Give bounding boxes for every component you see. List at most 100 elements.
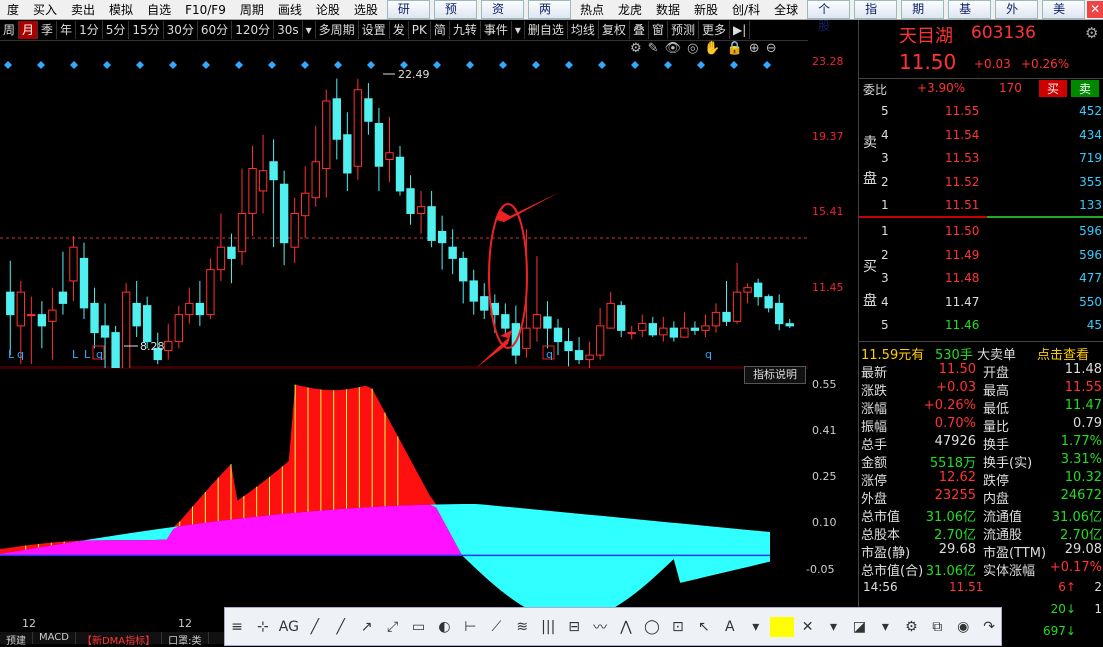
pattern-marker[interactable]: L <box>84 348 91 361</box>
period-item[interactable]: 季 <box>38 21 58 39</box>
candlestick[interactable] <box>553 319 563 356</box>
period-item[interactable]: 5分 <box>103 21 130 39</box>
candlestick[interactable] <box>564 328 573 367</box>
period-item[interactable]: 均线 <box>568 21 599 39</box>
period-item[interactable]: 叠 <box>630 21 649 39</box>
event-diamond-marker[interactable] <box>697 61 705 69</box>
event-diamond-marker[interactable] <box>202 61 210 69</box>
candlestick[interactable] <box>606 292 615 329</box>
period-item[interactable]: ▾ <box>303 21 316 39</box>
bars-tool-icon[interactable]: ||| <box>536 619 560 635</box>
event-diamond-marker[interactable] <box>730 61 738 69</box>
event-diamond-marker[interactable] <box>367 61 375 69</box>
event-diamond-marker[interactable] <box>466 61 474 69</box>
candlestick[interactable] <box>574 337 584 365</box>
tab-research[interactable]: 研报 <box>386 0 430 33</box>
menu-item-simulate[interactable]: 模拟 <box>102 1 140 18</box>
gear-icon[interactable]: ⚙ <box>1085 24 1098 42</box>
candlestick[interactable] <box>237 168 247 266</box>
pattern-marker[interactable]: q <box>96 348 103 361</box>
delete-icon[interactable]: ✕ <box>796 619 820 635</box>
period-item[interactable]: 月 <box>19 21 39 39</box>
menu-item-screener[interactable]: 选股 <box>347 1 385 18</box>
candlestick[interactable] <box>427 190 436 248</box>
event-diamond-marker[interactable] <box>235 61 243 69</box>
event-diamond-marker[interactable] <box>268 61 276 69</box>
candlestick[interactable] <box>27 296 36 365</box>
candlestick[interactable] <box>722 280 731 326</box>
event-diamond-marker[interactable] <box>4 61 12 69</box>
candlestick[interactable] <box>258 134 268 214</box>
candlestick[interactable] <box>290 197 299 263</box>
candlestick[interactable] <box>595 307 605 360</box>
event-diamond-marker[interactable] <box>37 61 45 69</box>
line-tool-icon[interactable]: ╱ <box>303 619 327 635</box>
bracket-tool-icon[interactable]: ⊢ <box>458 619 482 635</box>
period-item[interactable]: 简 <box>431 21 450 39</box>
period-item[interactable]: 复权 <box>599 21 630 39</box>
candlestick[interactable] <box>269 139 278 248</box>
candlestick[interactable] <box>6 260 15 356</box>
candlestick[interactable] <box>48 287 57 360</box>
candlestick[interactable] <box>279 170 289 266</box>
event-diamond-marker[interactable] <box>103 61 111 69</box>
candlestick[interactable] <box>111 325 120 368</box>
period-item[interactable]: 预测 <box>668 21 699 39</box>
close-icon[interactable]: ✕ <box>1087 1 1103 18</box>
circle-tool-icon[interactable]: ◯ <box>640 619 664 635</box>
crosshair-icon[interactable]: ⊹ <box>251 619 275 635</box>
ray-tool-icon[interactable]: ╱ <box>329 619 353 635</box>
event-diamond-marker[interactable] <box>664 61 672 69</box>
event-diamond-marker[interactable] <box>532 61 540 69</box>
candlestick[interactable] <box>585 341 594 368</box>
menu-item-draw[interactable]: 画线 <box>271 1 309 18</box>
candlestick[interactable] <box>669 321 679 342</box>
candlestick[interactable] <box>701 314 710 338</box>
event-diamond-marker[interactable] <box>70 61 78 69</box>
period-item[interactable]: 60分 <box>198 21 233 39</box>
candlestick[interactable] <box>416 190 426 234</box>
event-diamond-marker[interactable] <box>631 61 639 69</box>
menu-item-buy[interactable]: 买入 <box>26 1 64 18</box>
dma-indicator-chart[interactable] <box>0 368 808 608</box>
font-icon[interactable]: A <box>718 619 742 635</box>
event-diamond-marker[interactable] <box>169 61 177 69</box>
candlestick[interactable] <box>753 278 763 306</box>
bid-row[interactable]: 3 11.48 477 <box>859 271 1103 289</box>
peak-tool-icon[interactable]: ⋀ <box>614 619 638 635</box>
record-icon[interactable]: ◉ <box>951 619 975 635</box>
tab-stock[interactable]: 个股 <box>807 0 851 33</box>
candlestick[interactable] <box>690 321 700 335</box>
period-item[interactable]: 事件 <box>481 21 512 39</box>
period-item[interactable]: 年 <box>57 21 77 39</box>
box-tool-icon[interactable]: ⊡ <box>666 619 690 635</box>
ask-row[interactable]: 3 11.53 719 <box>859 151 1103 169</box>
period-item[interactable]: 更多 <box>699 21 730 39</box>
gann-tool-icon[interactable]: ⊟ <box>562 619 586 635</box>
event-diamond-marker[interactable] <box>499 61 507 69</box>
candlestick[interactable] <box>353 78 363 180</box>
tab-forex[interactable]: 外汇 <box>995 0 1039 33</box>
candlestick[interactable] <box>459 251 468 304</box>
color-swatch-icon[interactable]: ■ <box>769 616 794 637</box>
channel-tool-icon[interactable]: ⤢ <box>381 619 405 635</box>
candlestick[interactable] <box>58 251 68 315</box>
dropdown-icon[interactable]: ▾ <box>873 619 897 635</box>
period-item[interactable]: PK <box>409 21 431 39</box>
bid-row[interactable]: 1 11.50 596 <box>859 224 1103 242</box>
ask-row[interactable]: 2 11.52 355 <box>859 175 1103 193</box>
parallel-tool-icon[interactable]: ⟋ <box>484 619 508 635</box>
menu-item-chuangke[interactable]: 创/科 <box>725 1 767 18</box>
candlestick[interactable] <box>374 107 384 191</box>
menu-item-data[interactable]: 数据 <box>649 1 687 18</box>
pattern-marker[interactable]: q <box>546 348 553 361</box>
candlestick[interactable] <box>711 303 721 333</box>
buy-button[interactable]: 买 <box>1039 80 1068 97</box>
candlestick[interactable] <box>311 125 320 207</box>
event-diamond-marker[interactable] <box>565 61 573 69</box>
copy-icon[interactable]: ⧉ <box>925 619 949 635</box>
period-item[interactable]: ▶| <box>730 21 751 39</box>
tab-index[interactable]: 指数 <box>854 0 898 33</box>
event-diamond-marker[interactable] <box>136 61 144 69</box>
candlestick[interactable] <box>332 78 341 160</box>
